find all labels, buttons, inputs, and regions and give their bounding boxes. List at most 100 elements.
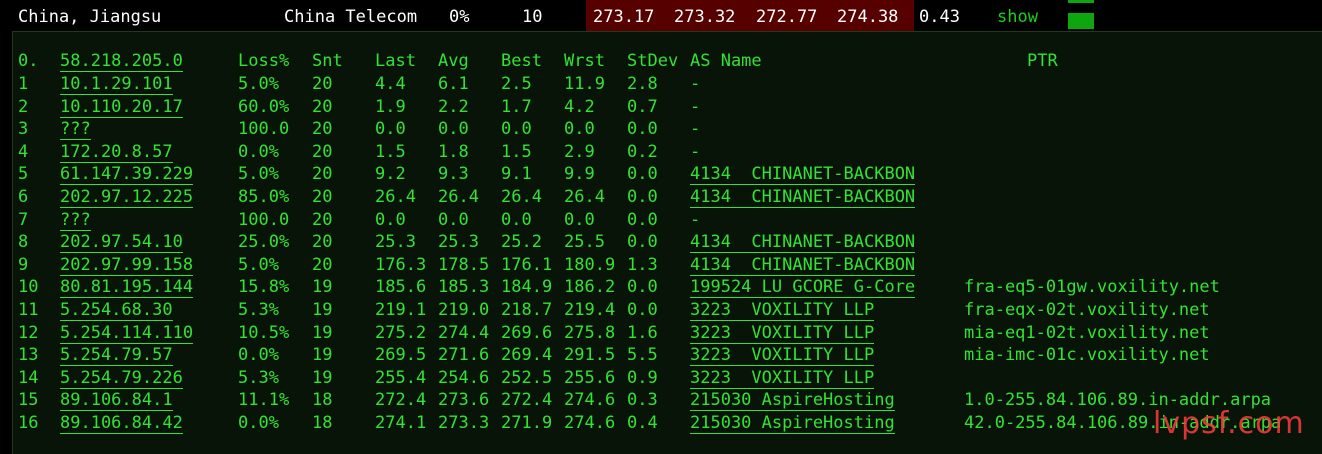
wrst-cell: 11.9 bbox=[564, 74, 605, 94]
last-cell: 219.1 bbox=[375, 300, 427, 320]
host-link[interactable]: 5.254.114.110 bbox=[60, 323, 194, 344]
hop-cell: 6 bbox=[18, 187, 29, 207]
host-link[interactable]: 61.147.39.229 bbox=[60, 164, 194, 186]
stdev-cell: 0.0 bbox=[627, 300, 658, 320]
summary-best: 272.77 bbox=[756, 7, 818, 27]
loss-cell: 5.3% bbox=[238, 300, 279, 320]
loss-cell: 100.0 bbox=[238, 209, 290, 230]
avg-cell: 273.3 bbox=[438, 413, 490, 433]
avg-cell: 25.3 bbox=[438, 232, 479, 253]
avg-cell: 185.3 bbox=[438, 277, 490, 298]
best-cell: 0.0 bbox=[501, 209, 532, 230]
asname-cell: - bbox=[690, 209, 701, 230]
header-host-link[interactable]: 58.218.205.0 bbox=[60, 51, 183, 72]
snt-cell: 19 bbox=[312, 300, 333, 320]
last-cell: 25.3 bbox=[375, 232, 416, 253]
host-link[interactable]: ??? bbox=[60, 210, 91, 231]
host-link[interactable]: 202.97.54.10 bbox=[60, 232, 183, 254]
hop-cell: 15 bbox=[18, 390, 39, 411]
stdev-cell: 0.4 bbox=[627, 413, 658, 433]
avg-cell: 271.6 bbox=[438, 345, 490, 366]
snt-cell: 19 bbox=[312, 277, 333, 298]
hop-cell: 13 bbox=[18, 345, 39, 366]
loss-cell: 10.5% bbox=[238, 322, 290, 343]
last-cell: 269.5 bbox=[375, 345, 427, 366]
host-link[interactable]: 89.106.84.42 bbox=[60, 413, 183, 434]
ptr-cell: mia-eq1-02t.voxility.net bbox=[964, 322, 1210, 343]
loss-cell: 11.1% bbox=[238, 390, 290, 411]
best-cell: 25.2 bbox=[501, 232, 542, 253]
asname-cell[interactable]: 215030 AspireHosting bbox=[690, 413, 895, 434]
asname-cell[interactable]: 215030 AspireHosting bbox=[690, 390, 895, 412]
best-cell: 9.1 bbox=[501, 164, 532, 185]
last-cell: 0.0 bbox=[375, 119, 406, 140]
avg-cell: 0.0 bbox=[438, 119, 469, 140]
stdev-cell: 0.0 bbox=[627, 164, 658, 185]
asname-cell[interactable]: 3223 VOXILITY LLP bbox=[690, 323, 875, 344]
best-cell: 272.4 bbox=[501, 390, 553, 411]
best-cell: 271.9 bbox=[501, 413, 553, 433]
host-link[interactable]: 10.1.29.101 bbox=[60, 74, 173, 95]
wrst-cell: 9.9 bbox=[564, 164, 595, 185]
asname-cell[interactable]: 3223 VOXILITY LLP bbox=[690, 345, 875, 367]
host-link[interactable]: 172.20.8.57 bbox=[60, 142, 173, 163]
best-cell: 2.5 bbox=[501, 74, 532, 94]
ptr-cell: fra-eqx-02t.voxility.net bbox=[964, 300, 1210, 320]
wrst-cell: 180.9 bbox=[564, 254, 616, 275]
last-cell: 26.4 bbox=[375, 187, 416, 207]
asname-cell[interactable]: 4134 CHINANET-BACKBON bbox=[690, 232, 916, 254]
header-last: Last bbox=[375, 51, 416, 71]
stdev-cell: 0.9 bbox=[627, 367, 658, 388]
host-link[interactable]: 89.106.84.1 bbox=[60, 390, 173, 412]
avg-cell: 1.8 bbox=[438, 141, 469, 162]
host-link[interactable]: 5.254.79.57 bbox=[60, 345, 173, 367]
avg-cell: 26.4 bbox=[438, 187, 479, 207]
last-cell: 1.5 bbox=[375, 141, 406, 162]
last-cell: 272.4 bbox=[375, 390, 427, 411]
asname-cell[interactable]: 199524 LU GCORE G-Core bbox=[690, 277, 916, 299]
stdev-cell: 5.5 bbox=[627, 345, 658, 366]
summary-loss: 0% bbox=[449, 7, 470, 27]
snt-cell: 19 bbox=[312, 345, 333, 366]
asname-cell[interactable]: 4134 CHINANET-BACKBON bbox=[690, 187, 916, 208]
loss-cell: 0.0% bbox=[238, 413, 279, 433]
loss-cell: 5.0% bbox=[238, 74, 279, 94]
summary-last: 273.17 bbox=[593, 7, 655, 27]
watermark-logo: lvpsf.com bbox=[1153, 406, 1305, 441]
host-link[interactable]: 5.254.68.30 bbox=[60, 300, 173, 321]
wrst-cell: 0.0 bbox=[564, 209, 595, 230]
loss-cell: 100.0 bbox=[238, 119, 290, 140]
snt-cell: 20 bbox=[312, 187, 333, 207]
status-indicator-top bbox=[1068, 0, 1094, 3]
show-link[interactable]: show bbox=[997, 7, 1038, 27]
avg-cell: 254.6 bbox=[438, 367, 490, 388]
asname-cell[interactable]: 3223 VOXILITY LLP bbox=[690, 368, 875, 389]
best-cell: 269.6 bbox=[501, 322, 553, 343]
snt-cell: 20 bbox=[312, 164, 333, 185]
hop-cell: 10 bbox=[18, 277, 39, 298]
host-link[interactable]: 80.81.195.144 bbox=[60, 277, 194, 299]
snt-cell: 19 bbox=[312, 367, 333, 388]
summary-sent: 10 bbox=[522, 7, 543, 27]
host-link[interactable]: 5.254.79.226 bbox=[60, 368, 183, 389]
hop-cell: 9 bbox=[18, 254, 29, 275]
asname-cell[interactable]: 4134 CHINANET-BACKBON bbox=[690, 255, 916, 276]
asname-cell[interactable]: 3223 VOXILITY LLP bbox=[690, 300, 875, 321]
snt-cell: 18 bbox=[312, 390, 333, 411]
host-link[interactable]: 202.97.12.225 bbox=[60, 187, 194, 208]
asname-cell[interactable]: 4134 CHINANET-BACKBON bbox=[690, 164, 916, 186]
snt-cell: 20 bbox=[312, 119, 333, 140]
best-cell: 184.9 bbox=[501, 277, 553, 298]
host-link[interactable]: ??? bbox=[60, 119, 91, 141]
last-cell: 0.0 bbox=[375, 209, 406, 230]
loss-cell: 60.0% bbox=[238, 96, 290, 117]
host-link[interactable]: 10.110.20.17 bbox=[60, 97, 183, 118]
host-link[interactable]: 202.97.99.158 bbox=[60, 255, 194, 276]
snt-cell: 20 bbox=[312, 74, 333, 94]
wrst-cell: 275.8 bbox=[564, 322, 616, 343]
stdev-cell: 2.8 bbox=[627, 74, 658, 94]
best-cell: 176.1 bbox=[501, 254, 553, 275]
stdev-cell: 1.3 bbox=[627, 254, 658, 275]
stdev-cell: 0.0 bbox=[627, 187, 658, 207]
stdev-cell: 0.0 bbox=[627, 119, 658, 140]
